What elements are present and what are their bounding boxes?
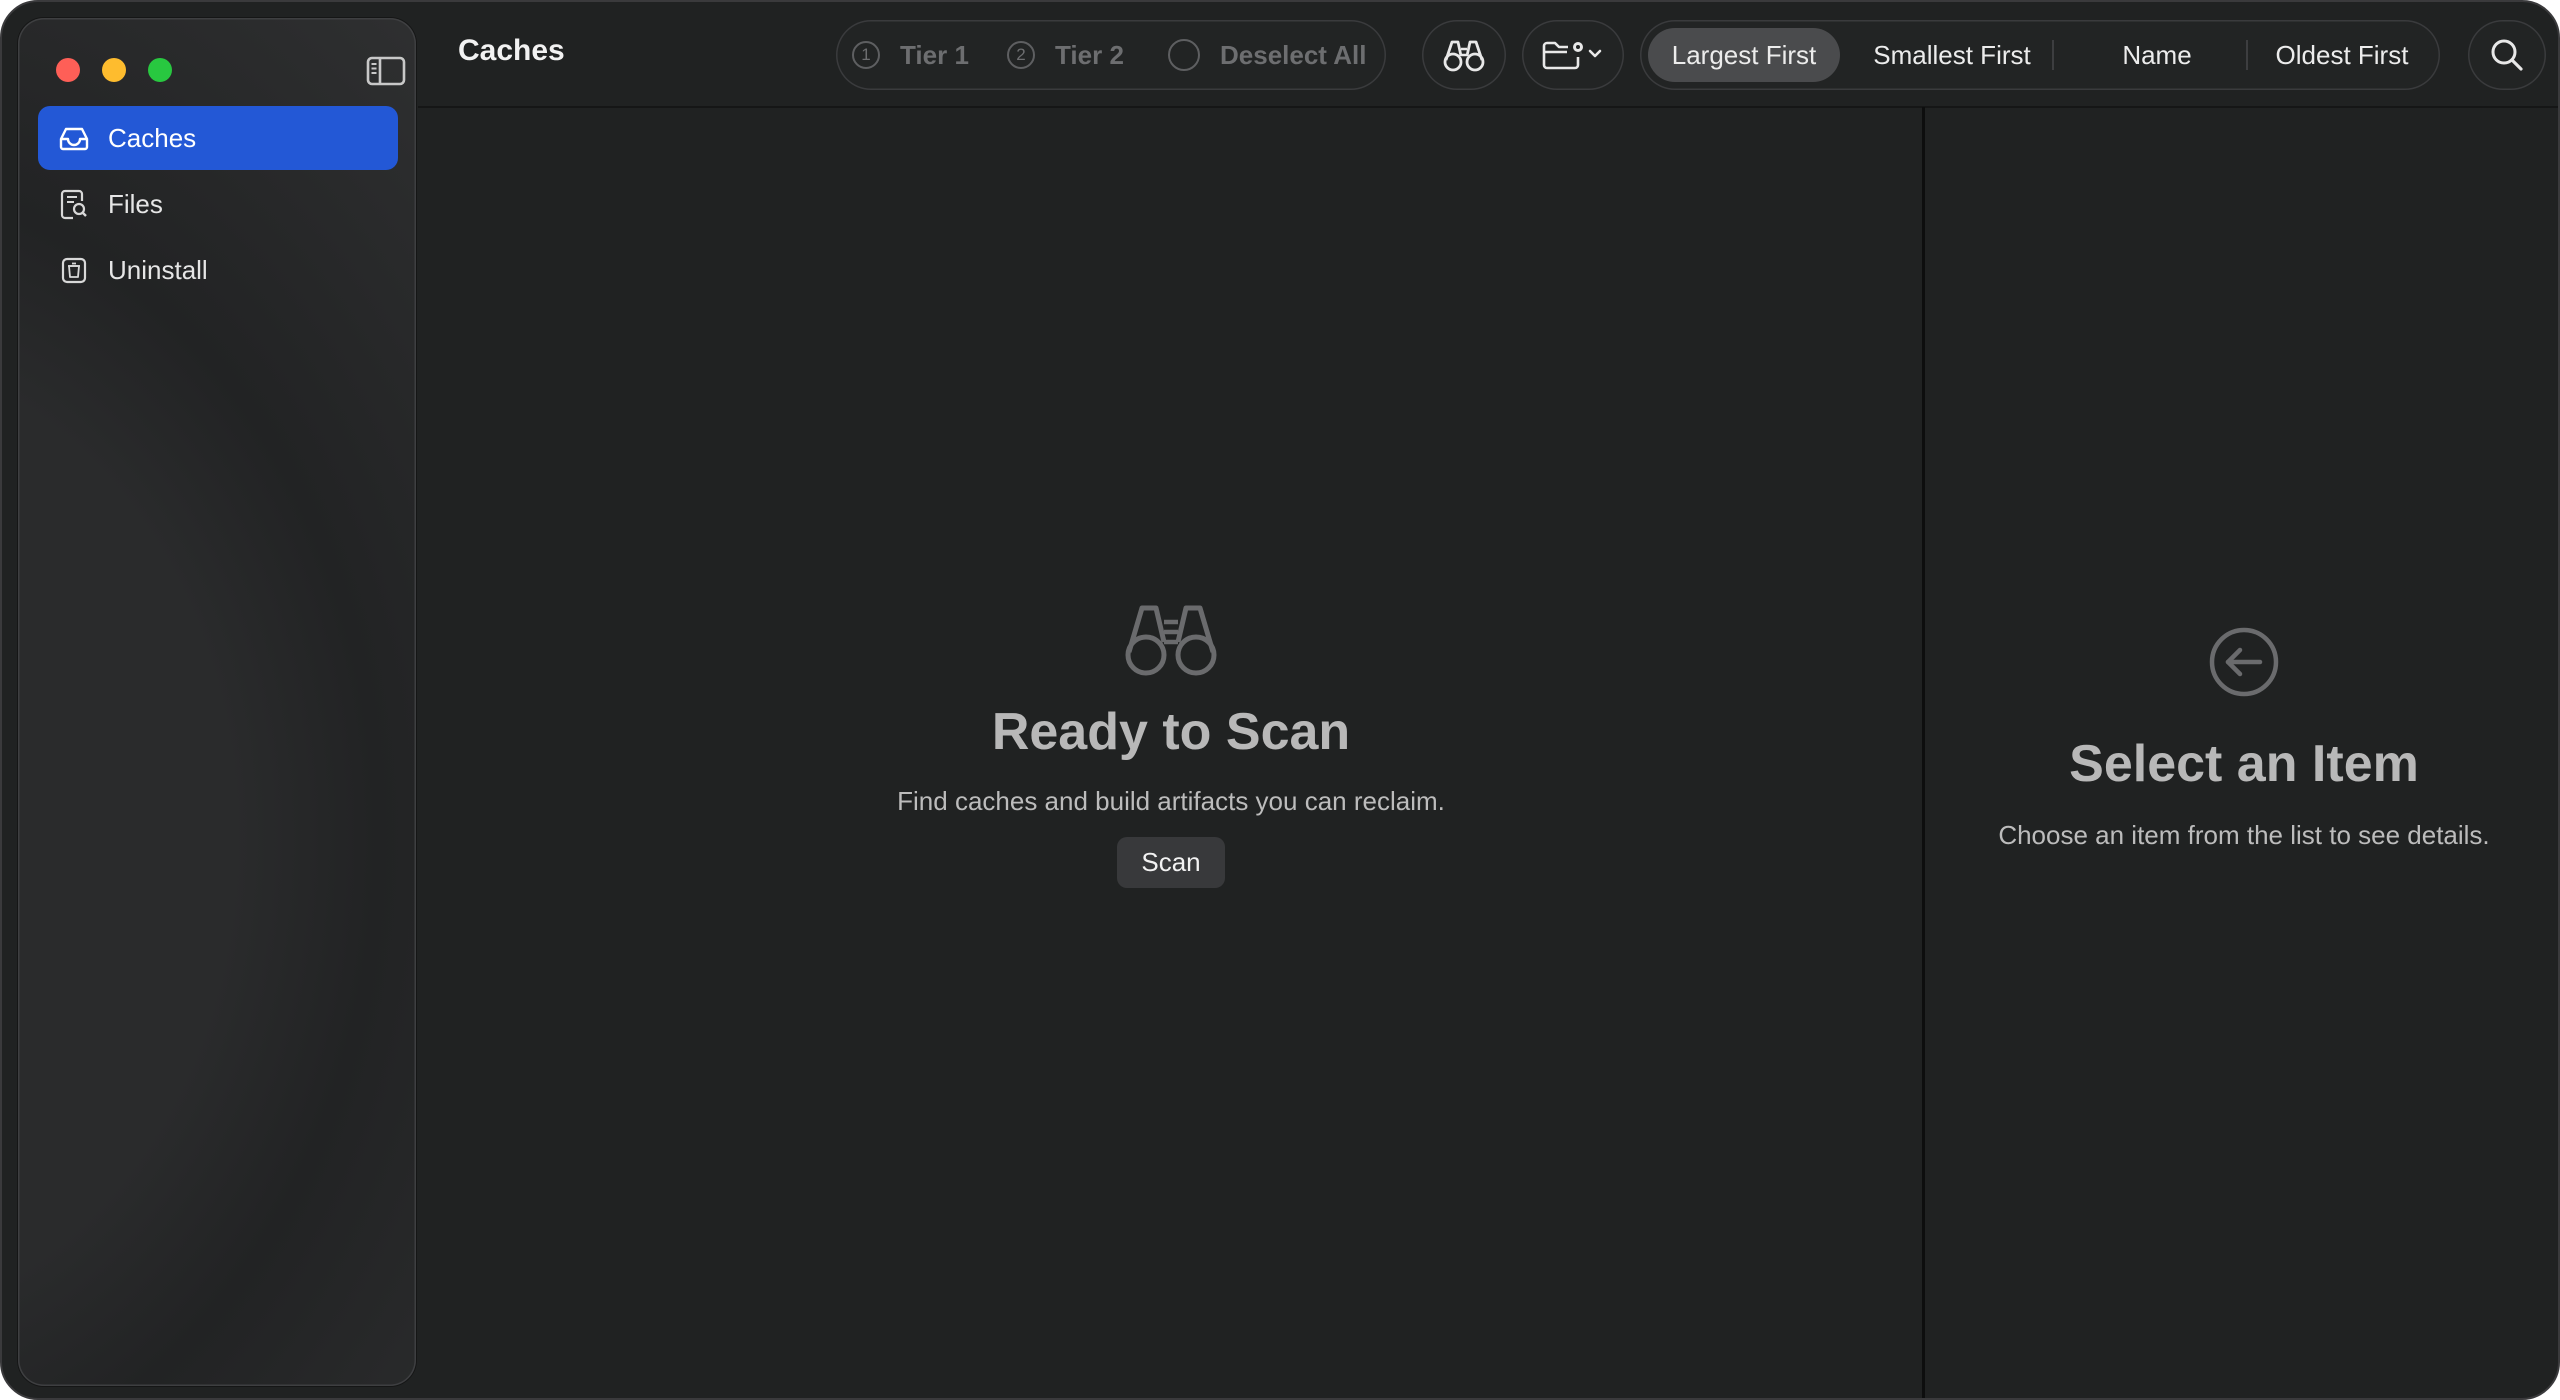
- sidebar-item-label: Caches: [108, 122, 197, 153]
- sort-divider: [2246, 40, 2248, 70]
- sidebar-toggle-button[interactable]: [366, 56, 406, 86]
- empty-circle-icon: [1168, 39, 1200, 71]
- sort-oldest-first[interactable]: Oldest First: [2252, 28, 2432, 82]
- empty-state-subtitle: Choose an item from the list to see deta…: [1998, 820, 2490, 850]
- tier-2-number-icon: 2: [1007, 41, 1035, 69]
- sidebar-item-label: Uninstall: [108, 254, 208, 285]
- sidebar-item-files[interactable]: Files: [38, 172, 398, 236]
- scan-toolbar-button[interactable]: [1422, 20, 1506, 90]
- document-search-icon: [58, 188, 90, 220]
- detail-empty-state: Select an Item Choose an item from the l…: [1926, 626, 2558, 851]
- sort-name[interactable]: Name: [2058, 28, 2256, 82]
- sidebar-item-caches[interactable]: Caches: [38, 106, 398, 170]
- tray-icon: [58, 122, 90, 154]
- binoculars-icon: [1125, 605, 1217, 676]
- trash-icon: [58, 254, 90, 286]
- sort-smallest-first[interactable]: Smallest First: [1842, 28, 2062, 82]
- empty-state-title: Select an Item: [2069, 735, 2419, 793]
- deselect-all-button[interactable]: Deselect All: [1168, 20, 1366, 90]
- split-view-divider[interactable]: [1922, 107, 1925, 1398]
- folder-gear-icon: [1542, 41, 1602, 70]
- binoculars-icon: [1443, 40, 1485, 72]
- sidebar: Caches Files Uninstall: [18, 18, 416, 1386]
- sidebar-nav: Caches Files Uninstall: [38, 106, 398, 304]
- sidebar-item-label: Files: [108, 188, 163, 219]
- tier-selection-group: 1 Tier 1 2 Tier 2 Deselect All: [836, 20, 1386, 90]
- sidebar-toggle-icon: [366, 56, 406, 86]
- tier-1-label: Tier 1: [900, 39, 969, 70]
- page-title: Caches: [458, 34, 565, 67]
- tier-2-label: Tier 2: [1055, 39, 1124, 70]
- zoom-window-button[interactable]: [148, 58, 172, 82]
- deselect-all-label: Deselect All: [1220, 39, 1367, 70]
- sort-segmented-control: Largest First Smallest First Name Oldest…: [1640, 20, 2440, 90]
- search-button[interactable]: [2468, 20, 2546, 90]
- sidebar-item-uninstall[interactable]: Uninstall: [38, 238, 398, 302]
- app-window: Caches Files Uninstall Caches 1 Tier 1 2…: [0, 0, 2560, 1400]
- toolbar-separator: [418, 106, 2558, 108]
- scan-button[interactable]: Scan: [1117, 837, 1225, 888]
- close-window-button[interactable]: [56, 58, 80, 82]
- empty-state-title: Ready to Scan: [991, 703, 1351, 761]
- minimize-window-button[interactable]: [102, 58, 126, 82]
- empty-state-subtitle: Find caches and build artifacts you can …: [897, 786, 1445, 816]
- tier-1-number-icon: 1: [852, 41, 880, 69]
- folder-settings-menu[interactable]: [1522, 20, 1624, 90]
- tier-2-button[interactable]: 2 Tier 2: [1007, 20, 1124, 90]
- sort-divider: [2052, 40, 2054, 70]
- arrow-left-circle-icon: [2209, 627, 2279, 697]
- tier-1-button[interactable]: 1 Tier 1: [852, 20, 969, 90]
- scan-empty-state: Ready to Scan Find caches and build arti…: [422, 602, 1920, 888]
- sort-largest-first[interactable]: Largest First: [1648, 28, 1840, 82]
- search-icon: [2491, 39, 2523, 71]
